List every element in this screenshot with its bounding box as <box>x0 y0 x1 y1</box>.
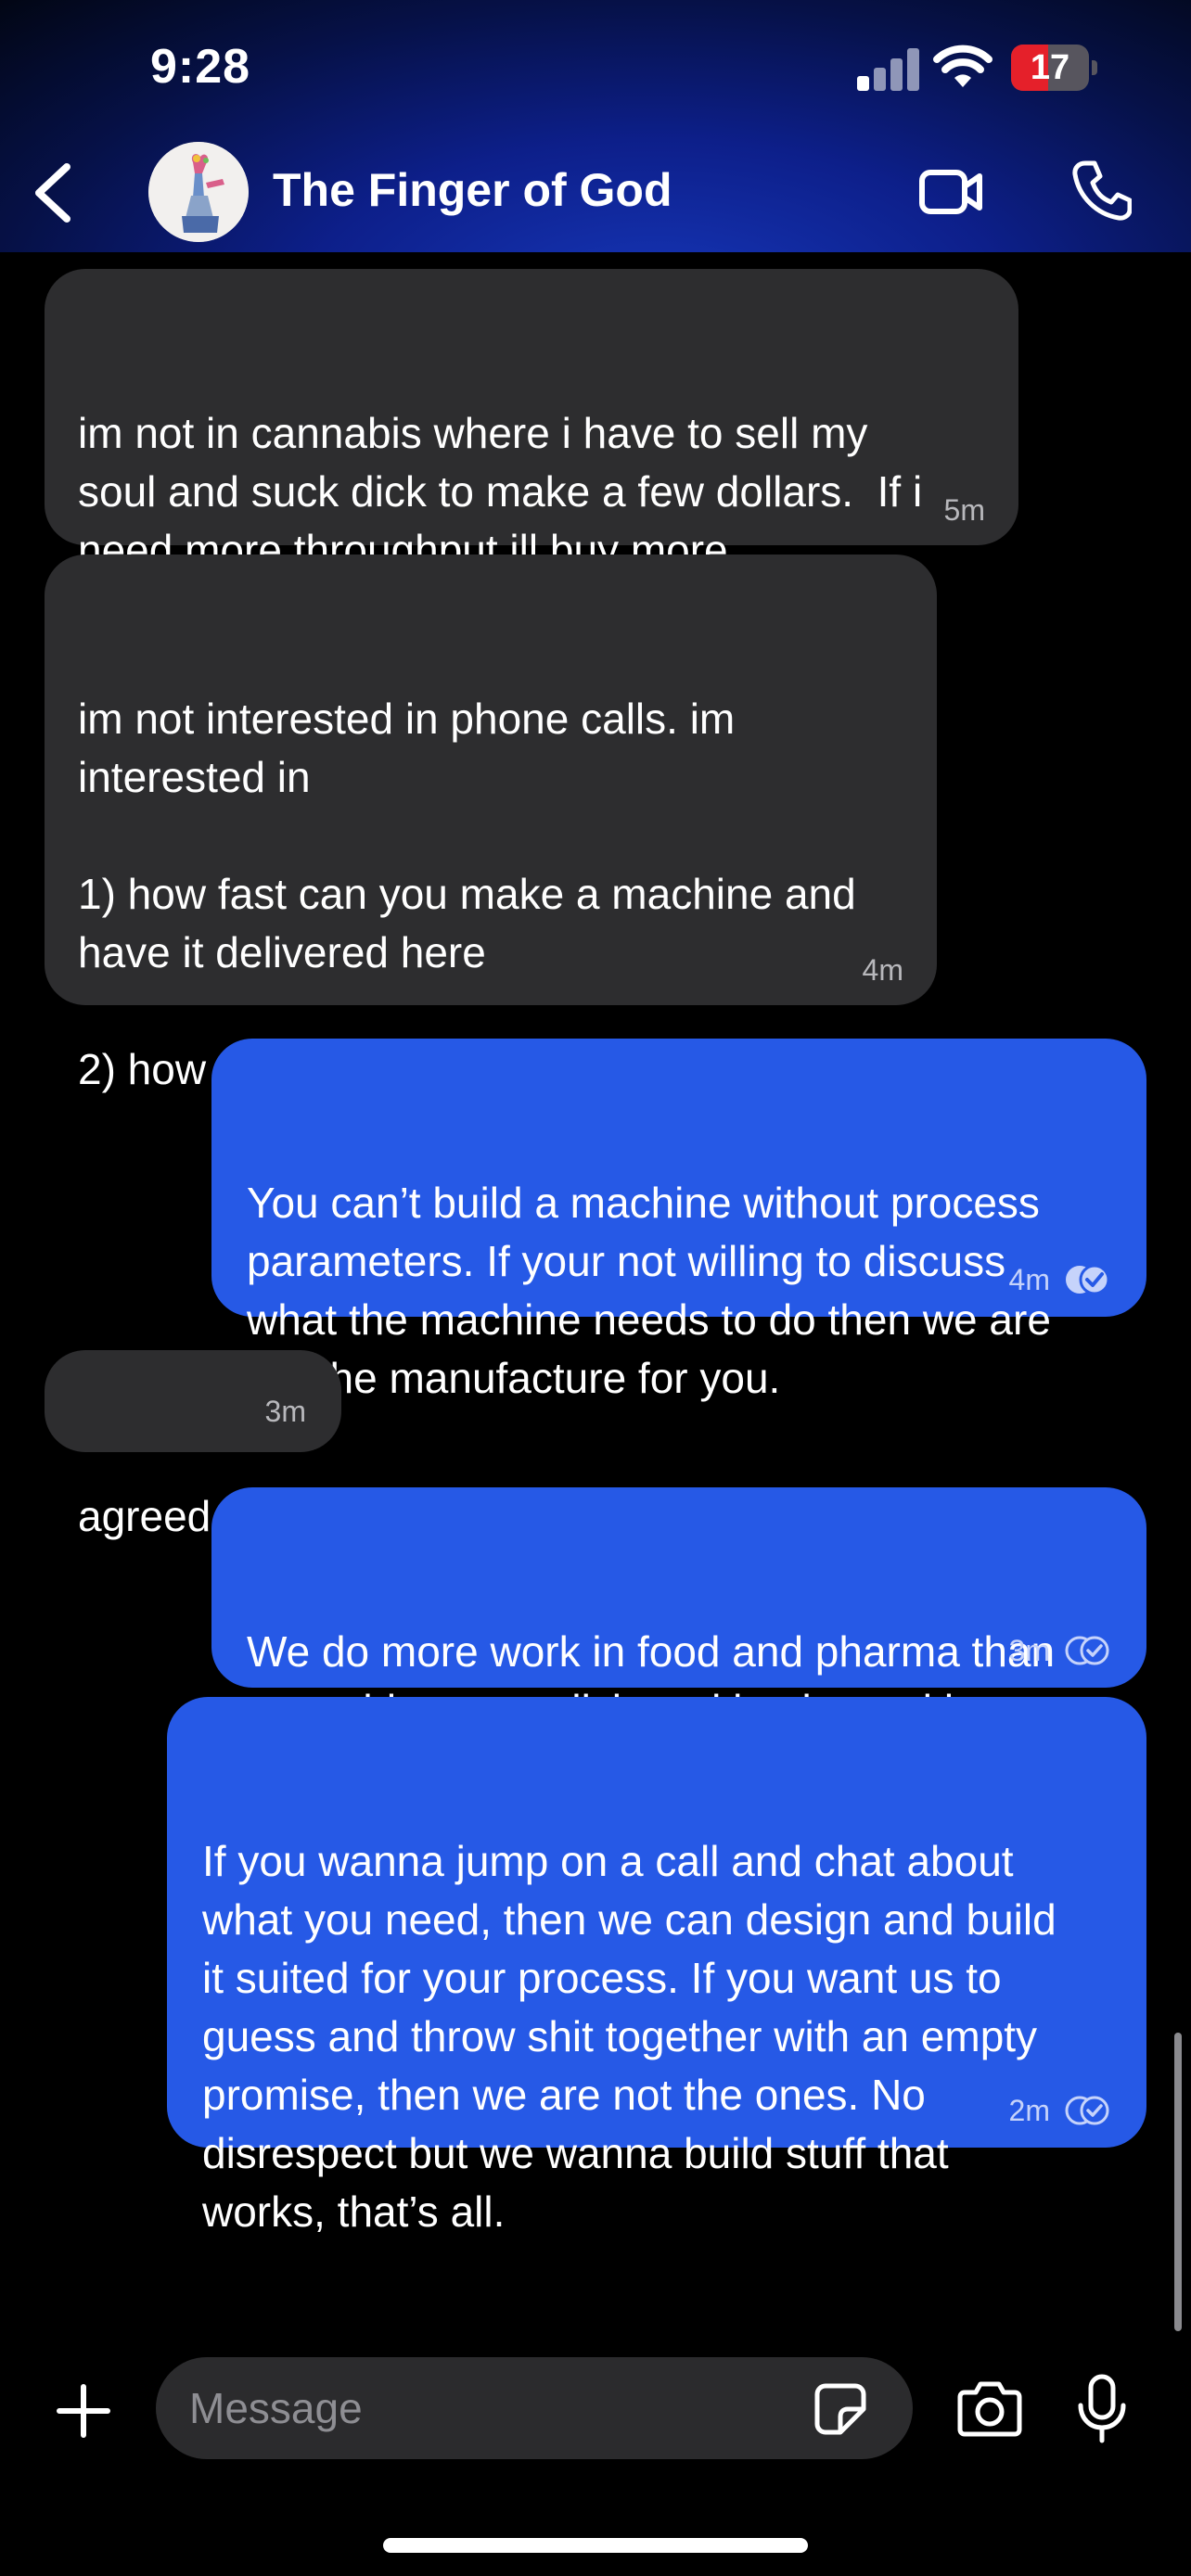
seen-check-icon <box>1066 1264 1110 1295</box>
message-input[interactable] <box>189 2357 783 2459</box>
chat-header: 9:28 17 The Finger of God <box>0 0 1191 252</box>
delivered-check-icon <box>1065 2096 1109 2125</box>
scrollbar[interactable] <box>1174 2033 1182 2331</box>
delivered-check-icon <box>1065 1636 1109 1665</box>
message-text: im not interested in phone calls. im int… <box>78 695 856 1093</box>
message-composer <box>156 2357 913 2459</box>
message-bubble-incoming[interactable]: agreed. 3m <box>45 1350 341 1540</box>
status-time: 9:28 <box>150 40 251 94</box>
home-indicator[interactable] <box>383 2538 808 2553</box>
message-time: 2m <box>1008 2094 1050 2127</box>
message-bubble-incoming[interactable]: im not interested in phone calls. im int… <box>45 555 937 1093</box>
camera-icon[interactable] <box>957 2379 1022 2437</box>
message-bubble-incoming[interactable]: im not in cannabis where i have to sell … <box>45 269 1018 632</box>
message-time: 4m <box>1008 1263 1050 1296</box>
wifi-icon <box>933 45 992 87</box>
message-time: 3m <box>1008 1634 1050 1667</box>
contact-name[interactable]: The Finger of God <box>273 163 672 217</box>
message-time: 3m <box>264 1395 306 1428</box>
microphone-icon[interactable] <box>1076 2374 1128 2444</box>
battery-level: 17 <box>1030 48 1070 87</box>
battery-icon: 17 <box>1011 45 1098 91</box>
plus-icon[interactable] <box>54 2381 113 2441</box>
message-bubble-outgoing[interactable]: You can’t build a machine without proces… <box>211 1039 1146 1402</box>
phone-icon[interactable] <box>1072 159 1132 221</box>
sticker-icon[interactable] <box>813 2381 868 2437</box>
message-bubble-outgoing[interactable]: If you wanna jump on a call and chat abo… <box>167 1697 1146 2236</box>
message-text: If you wanna jump on a call and chat abo… <box>202 1837 1057 2236</box>
video-camera-icon[interactable] <box>918 167 985 217</box>
avatar[interactable] <box>148 142 249 242</box>
message-bubble-outgoing[interactable]: We do more work in food and pharma than … <box>211 1487 1146 1734</box>
avatar-image <box>148 142 249 242</box>
message-time: 4m <box>862 953 903 987</box>
cellular-signal-icon <box>857 48 920 91</box>
chevron-left-icon[interactable] <box>28 159 80 226</box>
message-time: 5m <box>943 493 985 527</box>
message-text: You can’t build a machine without proces… <box>247 1179 1051 1402</box>
